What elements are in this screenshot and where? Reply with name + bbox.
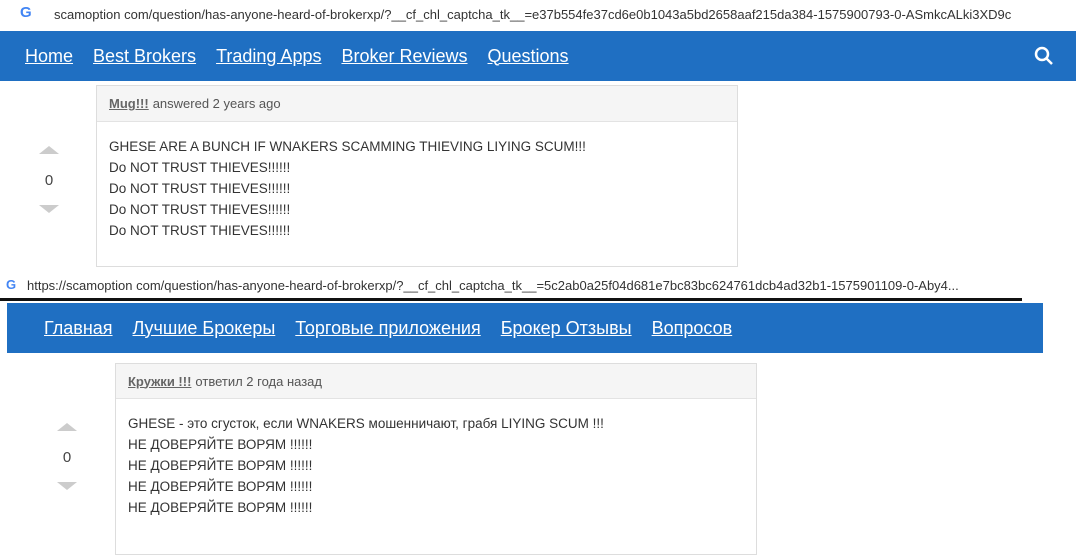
answer-line: НЕ ДОВЕРЯЙТЕ ВОРЯМ !!!!!! [128,458,313,473]
answer-line: GHESE ARE A BUNCH IF WNAKERS SCAMMING TH… [109,139,586,154]
vote-widget: 0 [29,146,69,213]
author-link[interactable]: Mug!!! [109,96,149,111]
nav-best-brokers[interactable]: Лучшие Брокеры [133,318,276,339]
answer-line: НЕ ДОВЕРЯЙТЕ ВОРЯМ !!!!!! [128,437,313,452]
upvote-icon[interactable] [39,146,59,154]
nav-home[interactable]: Home [25,46,73,67]
upvote-icon[interactable] [57,423,77,431]
answer-line: Do NOT TRUST THIEVES!!!!!! [109,223,291,238]
vote-count: 0 [62,449,72,466]
answer-line: Do NOT TRUST THIEVES!!!!!! [109,202,291,217]
address-bar[interactable]: https://scamoption com/question/has-anyo… [27,278,1027,293]
answer-line: Do NOT TRUST THIEVES!!!!!! [109,181,291,196]
main-nav: Главная Лучшие Брокеры Торговые приложен… [7,303,1043,353]
answer-line: Do NOT TRUST THIEVES!!!!!! [109,160,291,175]
nav-best-brokers[interactable]: Best Brokers [93,46,196,67]
nav-questions[interactable]: Вопросов [652,318,733,339]
answer-line: НЕ ДОВЕРЯЙТЕ ВОРЯМ !!!!!! [128,500,313,515]
google-icon: G [6,277,17,292]
nav-broker-reviews[interactable]: Broker Reviews [341,46,467,67]
vote-count: 0 [44,172,54,189]
downvote-icon[interactable] [39,205,59,213]
answer-card: Кружки !!! ответил 2 года назад GHESE - э… [115,363,757,555]
answer-meta: ответил 2 года назад [195,373,323,389]
answer-line: НЕ ДОВЕРЯЙТЕ ВОРЯМ !!!!!! [128,479,313,494]
answer-card: Mug!!! answered 2 years ago GHESE ARE A B… [96,85,738,267]
nav-questions[interactable]: Questions [488,46,569,67]
downvote-icon[interactable] [57,482,77,490]
nav-trading-apps[interactable]: Trading Apps [216,46,321,67]
nav-broker-reviews[interactable]: Брокер Отзывы [501,318,632,339]
address-bar[interactable]: scamoption com/question/has-anyone-heard… [54,7,1074,22]
nav-trading-apps[interactable]: Торговые приложения [295,318,480,339]
author-link[interactable]: Кружки !!! [128,374,191,389]
answer-meta: answered 2 years ago [152,96,281,111]
main-nav: Home Best Brokers Trading Apps Broker Re… [0,31,1076,81]
nav-home[interactable]: Главная [44,318,113,339]
google-icon: G [20,4,32,21]
vote-widget: 0 [47,423,87,490]
answer-line: GHESE - это сгусток, если WNAKERS мошенн… [128,416,604,431]
search-icon[interactable] [1034,46,1054,66]
